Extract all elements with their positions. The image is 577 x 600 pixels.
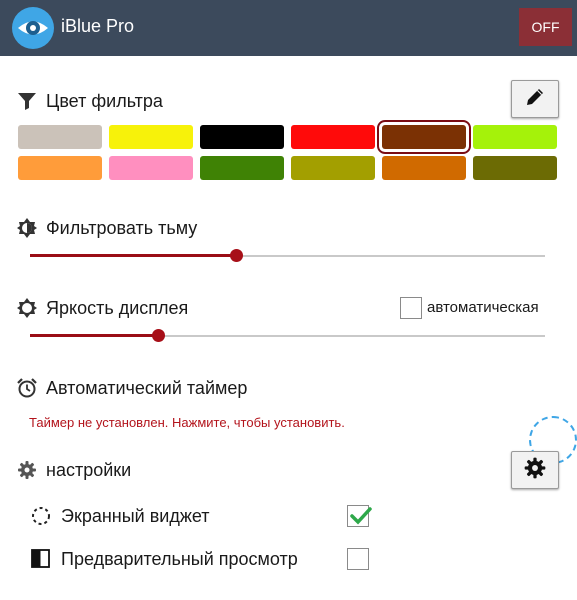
funnel-icon: [16, 90, 38, 112]
preview-label: Предварительный просмотр: [61, 549, 298, 569]
pencil-icon: [524, 86, 546, 112]
dim-filter-fill: [30, 254, 236, 257]
color-swatch[interactable]: [200, 156, 284, 180]
screen-widget-checkbox[interactable]: [347, 505, 372, 527]
auto-brightness-checkbox[interactable]: [400, 297, 422, 319]
power-toggle-button[interactable]: OFF: [519, 8, 572, 46]
color-swatch[interactable]: [291, 156, 375, 180]
color-swatch[interactable]: [291, 125, 375, 149]
brightness-outline-icon: [16, 297, 38, 319]
display-brightness-fill: [30, 334, 159, 337]
color-swatch[interactable]: [109, 156, 193, 180]
settings-button[interactable]: [511, 451, 559, 489]
color-swatch[interactable]: [382, 156, 466, 180]
settings-title: настройки: [46, 460, 132, 480]
display-brightness-thumb[interactable]: [152, 329, 166, 342]
brightness-half-icon: [16, 217, 38, 239]
auto-brightness-label: автоматическая: [427, 299, 539, 316]
app-title: iBlue Pro: [61, 16, 135, 36]
alarm-clock-icon: [16, 377, 38, 399]
gear-icon: [16, 459, 38, 481]
preview-checkbox[interactable]: [347, 548, 369, 570]
dim-filter-thumb[interactable]: [229, 249, 243, 262]
dim-filter-title: Фильтровать тьму: [46, 218, 198, 238]
timer-status-link[interactable]: Таймер не установлен. Нажмите, чтобы уст…: [29, 415, 345, 430]
color-swatch[interactable]: [18, 156, 102, 180]
half-square-icon: [30, 548, 52, 570]
eye-logo-icon: [12, 7, 54, 49]
color-swatch[interactable]: [200, 125, 284, 149]
color-swatch[interactable]: [109, 125, 193, 149]
title-bar: iBlue Pro OFF: [0, 0, 577, 56]
color-swatch[interactable]: [473, 156, 557, 180]
screen-widget-label: Экранный виджет: [61, 506, 210, 526]
edit-color-button[interactable]: [511, 80, 559, 118]
power-toggle-label: OFF: [531, 19, 560, 35]
color-swatch[interactable]: [18, 125, 102, 149]
dotted-circle-icon: [30, 505, 52, 527]
color-swatch[interactable]: [473, 125, 557, 149]
timer-title: Автоматический таймер: [46, 378, 248, 398]
display-brightness-title: Яркость дисплея: [46, 298, 189, 318]
gear-icon: [523, 456, 547, 484]
color-swatch[interactable]: [377, 120, 471, 154]
checkmark-icon: [350, 507, 372, 525]
filter-color-title: Цвет фильтра: [46, 91, 163, 111]
